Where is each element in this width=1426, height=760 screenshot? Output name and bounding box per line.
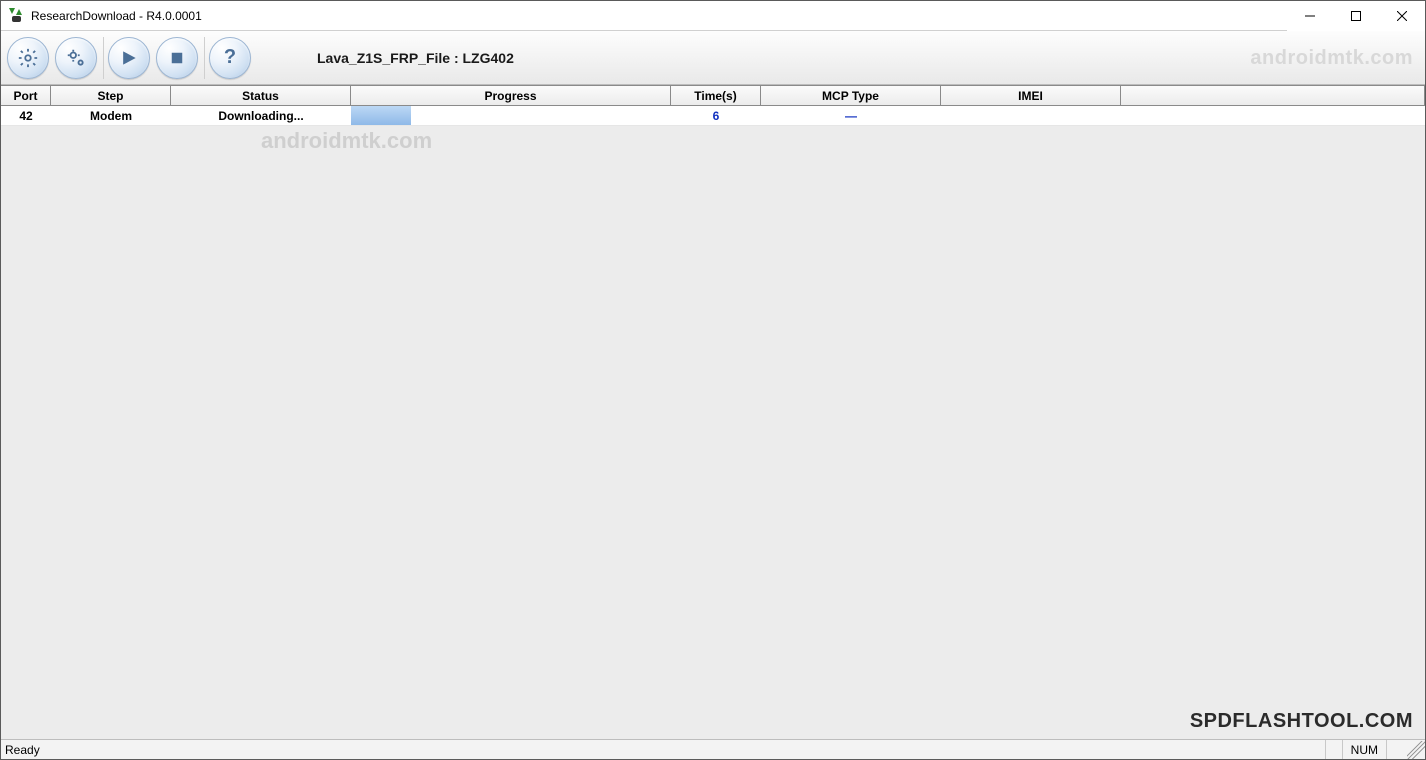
stop-button[interactable] <box>156 37 198 79</box>
gear-icon <box>15 45 41 71</box>
start-button[interactable] <box>108 37 150 79</box>
toolbar-separator <box>103 37 104 79</box>
progress-fill <box>351 106 411 125</box>
maximize-button[interactable] <box>1333 1 1379 31</box>
toolbar: ? Lava_Z1S_FRP_File : LZG402 androidmtk.… <box>1 31 1425 85</box>
grid-header: Port Step Status Progress Time(s) MCP Ty… <box>1 86 1425 106</box>
statusbar: Ready NUM <box>1 739 1425 759</box>
cell-step: Modem <box>51 106 171 125</box>
status-cell <box>1386 740 1403 759</box>
col-spacer <box>1121 86 1425 105</box>
cell-port: 42 <box>1 106 51 125</box>
stop-icon <box>164 45 190 71</box>
cell-spacer <box>1121 106 1425 125</box>
settings2-button[interactable] <box>55 37 97 79</box>
watermark-text: SPDFLASHTOOL.COM <box>1190 710 1413 733</box>
window-title: ResearchDownload - R4.0.0001 <box>31 9 202 23</box>
cell-imei <box>941 106 1121 125</box>
col-imei[interactable]: IMEI <box>941 86 1121 105</box>
status-cell <box>1325 740 1342 759</box>
col-status[interactable]: Status <box>171 86 351 105</box>
cell-time: 6 <box>671 106 761 125</box>
col-progress[interactable]: Progress <box>351 86 671 105</box>
grid: Port Step Status Progress Time(s) MCP Ty… <box>1 85 1425 739</box>
watermark-text: androidmtk.com <box>1250 47 1413 70</box>
app-window: ResearchDownload - R4.0.0001 ? Lava_Z1S_… <box>0 0 1426 760</box>
col-time[interactable]: Time(s) <box>671 86 761 105</box>
status-num: NUM <box>1342 740 1386 759</box>
cell-progress <box>351 106 671 125</box>
minimize-button[interactable] <box>1287 1 1333 31</box>
question-icon: ? <box>217 45 243 71</box>
loaded-file-label: Lava_Z1S_FRP_File : LZG402 <box>317 50 514 66</box>
settings-button[interactable] <box>7 37 49 79</box>
status-ready: Ready <box>1 743 40 757</box>
col-step[interactable]: Step <box>51 86 171 105</box>
grid-body[interactable]: 42 Modem Downloading... 6 — androidmtk.c… <box>1 106 1425 739</box>
titlebar[interactable]: ResearchDownload - R4.0.0001 <box>1 1 1425 31</box>
help-button[interactable]: ? <box>209 37 251 79</box>
play-icon <box>116 45 142 71</box>
col-port[interactable]: Port <box>1 86 51 105</box>
col-mcp[interactable]: MCP Type <box>761 86 941 105</box>
toolbar-separator <box>204 37 205 79</box>
resize-grip-icon[interactable] <box>1407 741 1425 759</box>
cell-status: Downloading... <box>171 106 351 125</box>
gears-icon <box>63 45 89 71</box>
cell-mcp: — <box>761 106 941 125</box>
app-icon <box>9 8 25 24</box>
watermark-text: androidmtk.com <box>261 128 432 154</box>
table-row[interactable]: 42 Modem Downloading... 6 — <box>1 106 1425 126</box>
close-button[interactable] <box>1379 1 1425 31</box>
